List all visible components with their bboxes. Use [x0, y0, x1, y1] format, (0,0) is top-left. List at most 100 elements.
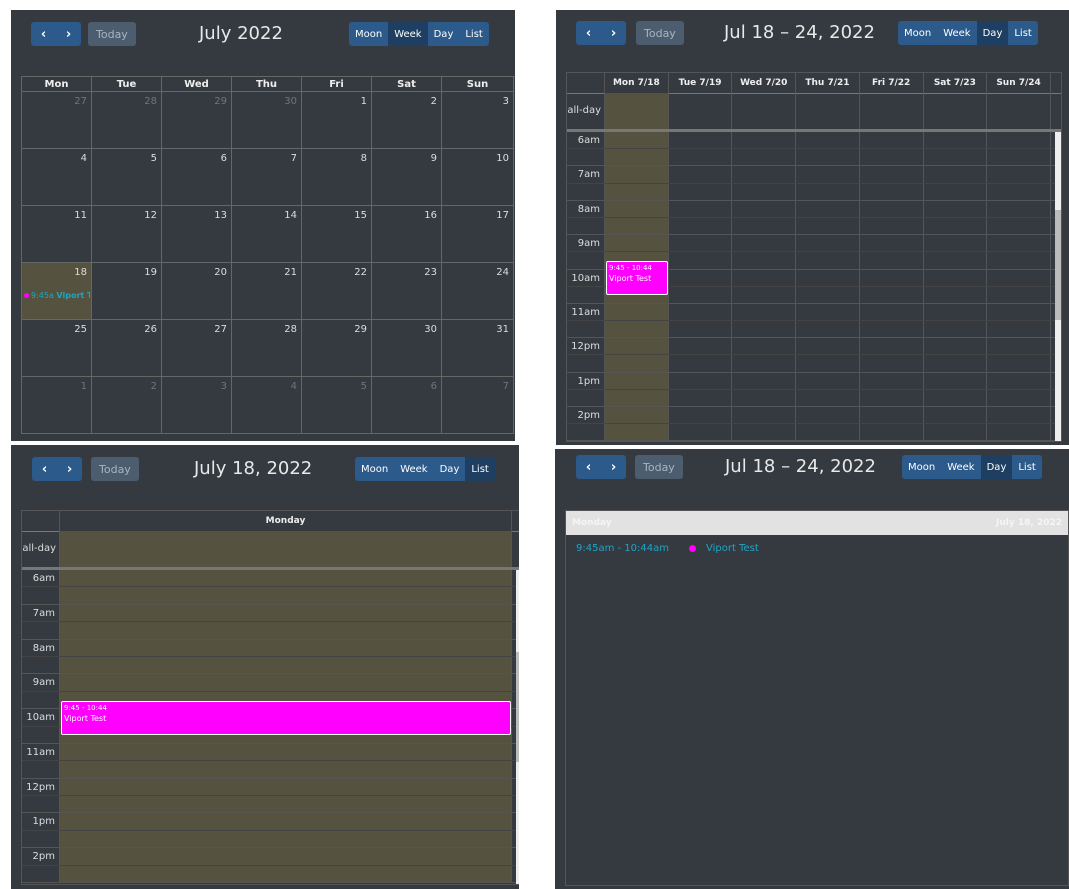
- slot-cell[interactable]: [669, 149, 733, 166]
- day-cell[interactable]: 8: [302, 149, 372, 206]
- slot-cell[interactable]: [605, 338, 669, 355]
- slot-cell[interactable]: [732, 407, 797, 424]
- slot-cell[interactable]: [669, 372, 733, 389]
- day-cell[interactable]: 7: [442, 377, 514, 434]
- day-cell[interactable]: 25: [22, 320, 92, 377]
- day-cell[interactable]: 28: [92, 92, 162, 149]
- slot-cell[interactable]: [796, 407, 860, 424]
- slot-cell[interactable]: [605, 166, 669, 183]
- slot-cell[interactable]: [924, 407, 988, 424]
- slot-cell[interactable]: [732, 217, 797, 235]
- slot-cell[interactable]: [987, 252, 1051, 269]
- view-list-button[interactable]: List: [1008, 21, 1038, 45]
- slot-cell[interactable]: [669, 235, 733, 252]
- slot-cell[interactable]: [605, 235, 669, 252]
- prev-button[interactable]: ‹: [576, 21, 601, 45]
- slot-cell[interactable]: [987, 235, 1051, 252]
- day-cell[interactable]: 6: [162, 149, 232, 206]
- next-button[interactable]: ›: [601, 455, 626, 479]
- slot-cell[interactable]: [860, 321, 924, 338]
- slot-cell[interactable]: [924, 338, 988, 355]
- slot-cell[interactable]: [987, 372, 1051, 389]
- slot-cell[interactable]: [605, 355, 669, 372]
- slot-cell[interactable]: [796, 303, 860, 321]
- slot-cell[interactable]: [860, 269, 924, 286]
- slot-cell[interactable]: [987, 183, 1051, 200]
- slot-cell[interactable]: [60, 570, 512, 587]
- day-cell[interactable]: 4: [22, 149, 92, 206]
- slot-cell[interactable]: [60, 639, 512, 656]
- slot-cell[interactable]: [924, 200, 988, 217]
- slot-cell[interactable]: [669, 303, 733, 321]
- scrollbar-thumb[interactable]: [516, 652, 519, 762]
- slot-cell[interactable]: [732, 355, 797, 372]
- day-cell[interactable]: 24: [442, 263, 514, 320]
- next-button[interactable]: ›: [57, 457, 82, 481]
- day-cell[interactable]: 27: [22, 92, 92, 149]
- slot-cell[interactable]: [987, 338, 1051, 355]
- slot-cell[interactable]: [732, 149, 797, 166]
- slot-cell[interactable]: [605, 303, 669, 321]
- slot-cell[interactable]: [60, 796, 512, 813]
- slot-cell[interactable]: [60, 622, 512, 639]
- slot-cell[interactable]: [796, 321, 860, 338]
- day-cell[interactable]: 31: [442, 320, 514, 377]
- prev-button[interactable]: ‹: [31, 22, 56, 46]
- view-day-button[interactable]: Day: [427, 22, 460, 46]
- slot-cell[interactable]: [60, 778, 512, 796]
- prev-button[interactable]: ‹: [32, 457, 57, 481]
- slot-cell[interactable]: [605, 200, 669, 217]
- slot-cell[interactable]: [860, 424, 924, 441]
- slot-cell[interactable]: [860, 355, 924, 372]
- next-button[interactable]: ›: [56, 22, 81, 46]
- day-cell[interactable]: 18 9:45a Viport Te: [22, 263, 92, 320]
- slot-cell[interactable]: [924, 424, 988, 441]
- today-button[interactable]: Today: [635, 455, 683, 479]
- day-cell[interactable]: 26: [92, 320, 162, 377]
- slot-cell[interactable]: [669, 269, 733, 286]
- slot-cell[interactable]: [987, 269, 1051, 286]
- slot-cell[interactable]: [796, 372, 860, 389]
- slot-cell[interactable]: [924, 149, 988, 166]
- slot-cell[interactable]: [605, 407, 669, 424]
- slot-cell[interactable]: [860, 252, 924, 269]
- slot-cell[interactable]: [796, 355, 860, 372]
- day-cell[interactable]: 19: [92, 263, 162, 320]
- day-cell[interactable]: 27: [162, 320, 232, 377]
- slot-cell[interactable]: [796, 424, 860, 441]
- slot-cell[interactable]: [605, 183, 669, 200]
- slot-cell[interactable]: [605, 372, 669, 389]
- slot-cell[interactable]: [796, 183, 860, 200]
- slot-cell[interactable]: [732, 372, 797, 389]
- day-cell[interactable]: 10: [442, 149, 514, 206]
- day-cell[interactable]: 4: [232, 377, 302, 434]
- today-button[interactable]: Today: [88, 22, 136, 46]
- slot-cell[interactable]: [860, 407, 924, 424]
- view-month-button[interactable]: Moon: [355, 457, 395, 481]
- slot-cell[interactable]: [924, 235, 988, 252]
- today-button[interactable]: Today: [636, 21, 684, 45]
- slot-cell[interactable]: [860, 303, 924, 321]
- slot-cell[interactable]: [605, 132, 669, 149]
- slot-cell[interactable]: [60, 761, 512, 778]
- slot-cell[interactable]: [796, 166, 860, 183]
- slot-cell[interactable]: [860, 183, 924, 200]
- prev-button[interactable]: ‹: [576, 455, 601, 479]
- view-month-button[interactable]: Moon: [898, 21, 938, 45]
- slot-cell[interactable]: [60, 813, 512, 830]
- slot-cell[interactable]: [60, 674, 512, 691]
- slot-cell[interactable]: [60, 865, 512, 883]
- view-day-button[interactable]: Day: [980, 455, 1013, 479]
- slot-cell[interactable]: [924, 217, 988, 235]
- slot-cell[interactable]: [860, 286, 924, 303]
- slot-cell[interactable]: [669, 217, 733, 235]
- slot-cell[interactable]: [924, 166, 988, 183]
- slot-cell[interactable]: [860, 166, 924, 183]
- slot-cell[interactable]: [924, 183, 988, 200]
- slot-cell[interactable]: [669, 286, 733, 303]
- slot-cell[interactable]: [60, 656, 512, 674]
- view-week-button[interactable]: Week: [388, 22, 428, 46]
- slot-cell[interactable]: [669, 252, 733, 269]
- day-cell[interactable]: 9: [372, 149, 442, 206]
- slot-cell[interactable]: [605, 424, 669, 441]
